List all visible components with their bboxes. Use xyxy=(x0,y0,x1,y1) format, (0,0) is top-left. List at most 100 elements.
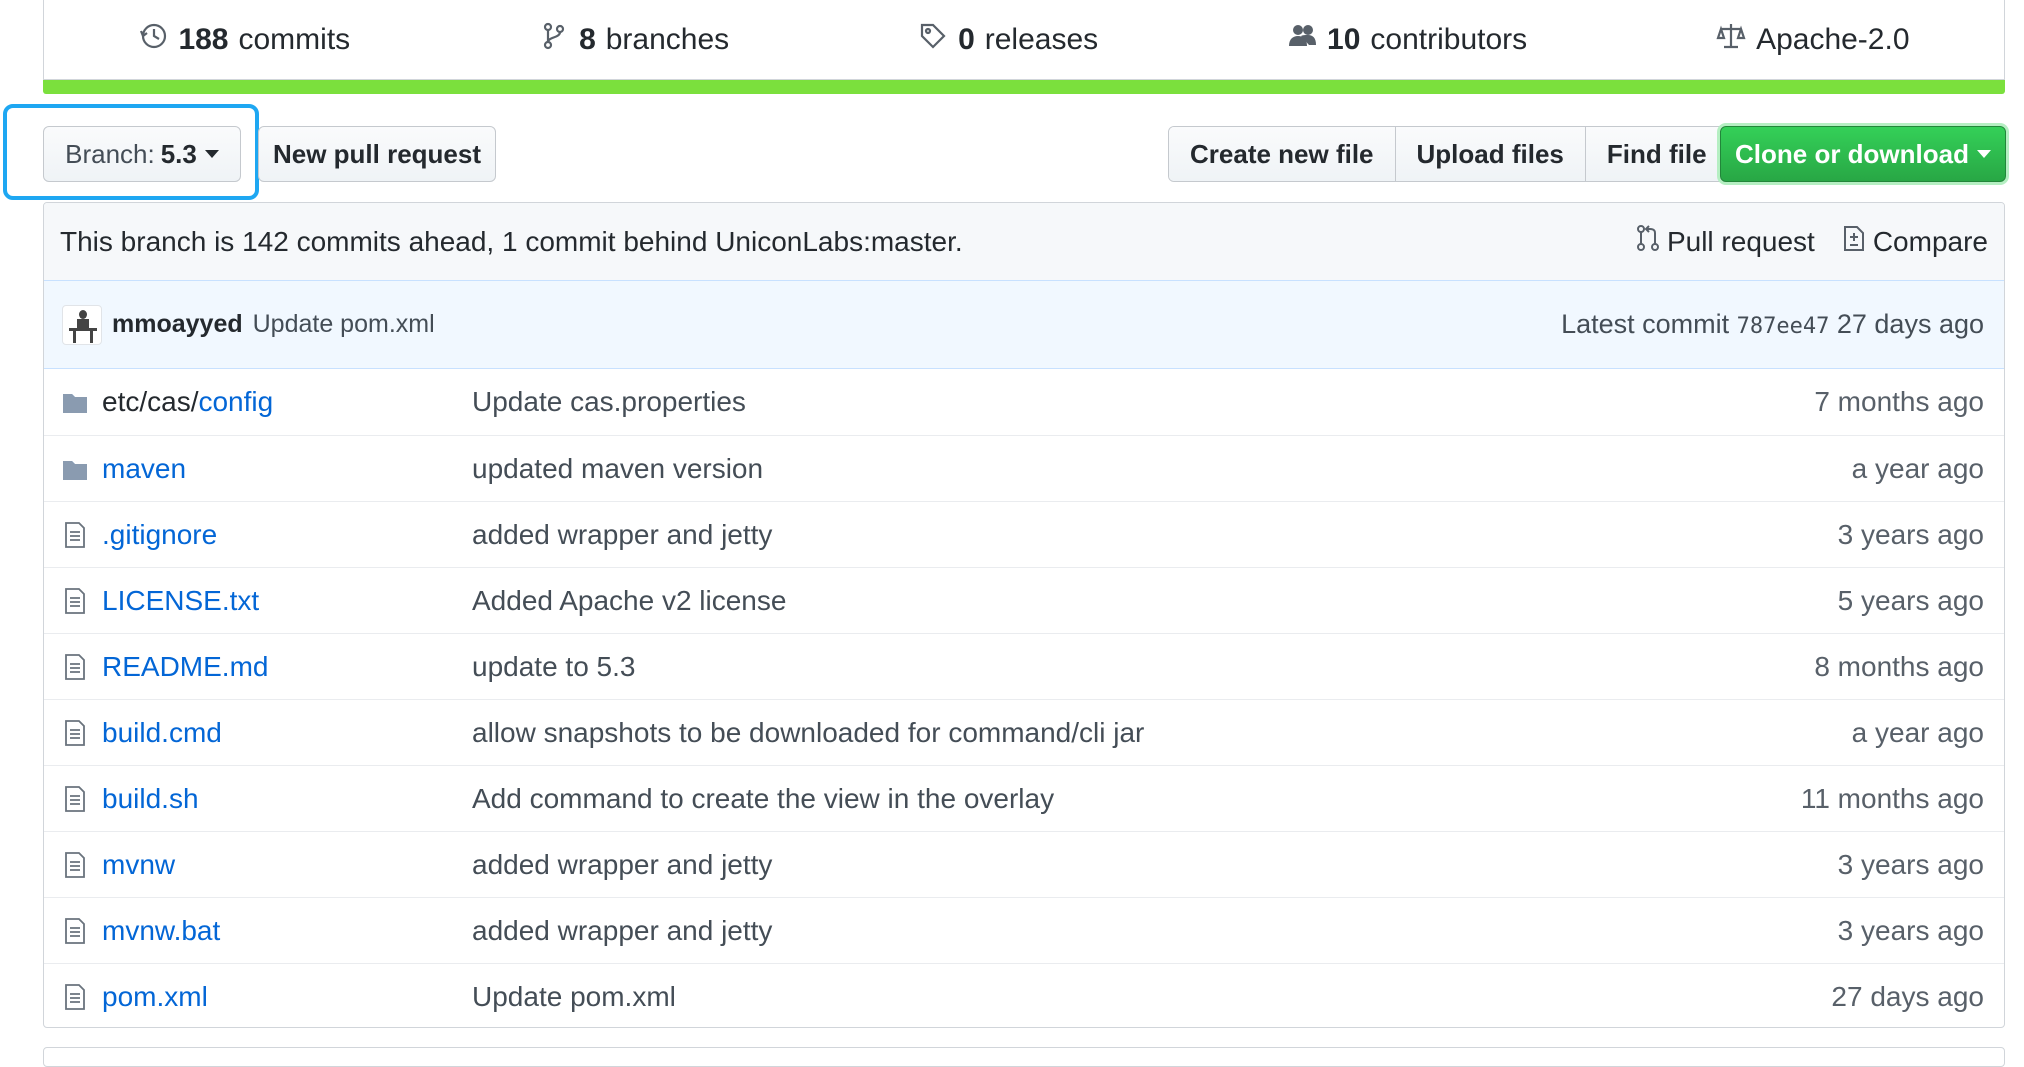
commit-sha[interactable]: 787ee47 xyxy=(1737,314,1830,339)
file-age: 8 months ago xyxy=(1814,650,1984,682)
file-row: build.sh Add command to create the view i… xyxy=(44,765,2004,831)
contributors-link[interactable]: 10 contributors xyxy=(1287,21,1527,59)
commits-label: commits xyxy=(238,22,351,56)
file-icon xyxy=(62,785,88,813)
releases-label: releases xyxy=(984,22,1099,56)
file-name-link[interactable]: build.sh xyxy=(102,783,472,815)
file-age: 27 days ago xyxy=(1831,980,1984,1012)
clone-or-download-button[interactable]: Clone or download xyxy=(1720,126,2006,182)
file-age: a year ago xyxy=(1851,452,1984,484)
compare-label: Compare xyxy=(1872,225,1988,257)
file-icon xyxy=(62,587,88,615)
file-row: README.md update to 5.3 8 months ago xyxy=(44,633,2004,699)
file-row: pom.xml Update pom.xml 27 days ago xyxy=(44,963,2004,1027)
file-row: mvnw.bat added wrapper and jetty 3 years a… xyxy=(44,897,2004,963)
file-row: LICENSE.txt Added Apache v2 license 5 year… xyxy=(44,567,2004,633)
law-icon xyxy=(1716,21,1746,59)
file-row: etc/cas/config Update cas.properties 7 mon… xyxy=(44,369,2004,435)
file-age: 3 years ago xyxy=(1837,518,1984,550)
file-icon xyxy=(62,521,88,549)
folder-icon xyxy=(62,388,88,416)
pull-request-link[interactable]: Pull request xyxy=(1635,223,1815,260)
file-name: build.sh xyxy=(102,782,199,814)
file-age: 7 months ago xyxy=(1814,386,1984,417)
releases-link[interactable]: 0 releases xyxy=(918,21,1098,59)
file-commit-message[interactable]: Update cas.properties xyxy=(472,386,1814,418)
file-name-link[interactable]: README.md xyxy=(102,651,472,683)
branch-info-bar: This branch is 142 commits ahead, 1 comm… xyxy=(44,203,2004,281)
file-path-prefix: etc/cas/ xyxy=(102,386,199,417)
file-icon xyxy=(62,983,88,1011)
commits-link[interactable]: 188 commits xyxy=(138,21,350,59)
file-row: .gitignore added wrapper and jetty 3 years… xyxy=(44,501,2004,567)
file-name-link[interactable]: .gitignore xyxy=(102,519,472,551)
contributors-label: contributors xyxy=(1370,22,1528,56)
new-pull-request-button[interactable]: New pull request xyxy=(258,126,496,182)
latest-commit-row: mmoayyed Update pom.xml Latest commit 78… xyxy=(44,281,2004,369)
compare-link[interactable]: Compare xyxy=(1841,223,1988,260)
clone-or-download-label: Clone or download xyxy=(1735,138,1969,169)
file-commit-message[interactable]: Added Apache v2 license xyxy=(472,585,1838,617)
file-name-link[interactable]: mvnw.bat xyxy=(102,915,472,947)
branches-count: 8 xyxy=(579,22,596,56)
file-age: 11 months ago xyxy=(1800,782,1984,814)
file-commit-message[interactable]: added wrapper and jetty xyxy=(472,915,1838,947)
branches-label: branches xyxy=(605,22,730,56)
file-name-link[interactable]: maven xyxy=(102,453,472,485)
file-name: .gitignore xyxy=(102,518,218,550)
contributors-count: 10 xyxy=(1327,22,1361,56)
file-name-link[interactable]: mvnw xyxy=(102,849,472,881)
file-name: README.md xyxy=(102,650,269,682)
file-name: mvnw xyxy=(102,848,176,880)
latest-commit-label: Latest commit xyxy=(1561,309,1730,339)
create-new-file-button[interactable]: Create new file xyxy=(1169,127,1396,181)
file-commit-message[interactable]: update to 5.3 xyxy=(472,651,1814,683)
file-age: 5 years ago xyxy=(1837,584,1984,616)
history-icon xyxy=(138,21,168,59)
latest-commit-info: Latest commit 787ee47 27 days ago xyxy=(1561,309,1984,340)
repo-summary-bar: 188 commits 8 branches 0 releases 10 con… xyxy=(43,0,2005,80)
commit-author[interactable]: mmoayyed xyxy=(112,310,243,339)
file-name: maven xyxy=(102,452,187,484)
avatar[interactable] xyxy=(62,304,102,345)
commit-age: 27 days ago xyxy=(1836,309,1984,339)
file-commit-message[interactable]: Update pom.xml xyxy=(472,981,1831,1013)
file-commit-message[interactable]: updated maven version xyxy=(472,453,1852,485)
file-commit-message[interactable]: added wrapper and jetty xyxy=(472,519,1838,551)
file-row: build.cmd allow snapshots to be downloade… xyxy=(44,699,2004,765)
find-file-button[interactable]: Find file xyxy=(1585,127,1728,181)
file-name-link[interactable]: etc/cas/config xyxy=(102,386,472,418)
folder-icon xyxy=(62,455,88,483)
file-name: pom.xml xyxy=(102,980,208,1012)
readme-box-edge xyxy=(43,1047,2005,1067)
file-name-link[interactable]: build.cmd xyxy=(102,717,472,749)
license-link[interactable]: Apache-2.0 xyxy=(1716,21,1910,59)
commit-message[interactable]: Update pom.xml xyxy=(253,310,435,339)
tag-icon xyxy=(918,21,948,59)
file-name-link[interactable]: LICENSE.txt xyxy=(102,585,472,617)
people-icon xyxy=(1287,21,1317,59)
file-commit-message[interactable]: Add command to create the view in the ov… xyxy=(472,783,1801,815)
file-name: LICENSE.txt xyxy=(102,584,260,616)
file-icon xyxy=(62,851,88,879)
caret-down-icon xyxy=(1977,150,1991,158)
file-row: mvnw added wrapper and jetty 3 years ago xyxy=(44,831,2004,897)
file-age: 3 years ago xyxy=(1837,848,1984,880)
file-icon xyxy=(62,719,88,747)
file-commit-message[interactable]: allow snapshots to be downloaded for com… xyxy=(472,717,1852,749)
diff-icon xyxy=(1841,223,1867,260)
file-name: build.cmd xyxy=(102,716,222,748)
file-age: a year ago xyxy=(1851,716,1984,748)
git-branch-icon xyxy=(539,21,569,59)
pull-request-label: Pull request xyxy=(1666,225,1815,257)
language-bar[interactable] xyxy=(43,80,2005,94)
file-row: maven updated maven version a year ago xyxy=(44,435,2004,501)
file-age: 3 years ago xyxy=(1837,914,1984,946)
branches-link[interactable]: 8 branches xyxy=(539,21,729,59)
file-name: config xyxy=(198,386,274,417)
license-label: Apache-2.0 xyxy=(1756,22,1910,56)
upload-files-button[interactable]: Upload files xyxy=(1395,127,1586,181)
file-name-link[interactable]: pom.xml xyxy=(102,981,472,1013)
file-commit-message[interactable]: added wrapper and jetty xyxy=(472,849,1838,881)
commits-count: 188 xyxy=(178,22,229,56)
